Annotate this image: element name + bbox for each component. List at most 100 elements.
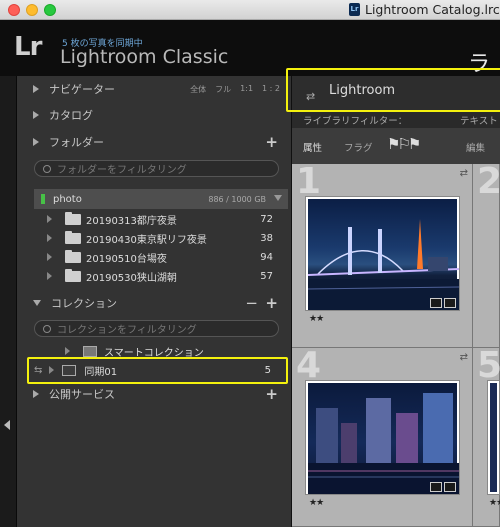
publish-services-header[interactable]: 公開サービス + [17, 381, 292, 407]
folder-icon [65, 249, 81, 263]
catalog-document-icon: Lr [349, 3, 360, 16]
photo-thumbnail[interactable] [305, 196, 460, 311]
photo-thumbnail[interactable] [487, 380, 500, 495]
library-filter-bar: ライブラリフィルター： テキスト [292, 110, 500, 128]
photo-image [307, 199, 460, 310]
thumbnail-edit-icon [430, 482, 442, 492]
close-window-button[interactable] [8, 4, 20, 16]
folder-row[interactable]: 20190313都庁夜景 72 [47, 210, 279, 228]
volume-size: 886 / 1000 GB [208, 194, 266, 204]
add-collection-icon[interactable]: + [265, 294, 278, 312]
folder-name: 20190313都庁夜景 [86, 215, 177, 227]
flag-filter-icons[interactable]: ⚑⚐⚑ [387, 135, 421, 153]
catalog-header[interactable]: カタログ [17, 102, 292, 128]
remove-collection-icon[interactable]: − [245, 294, 258, 312]
volume-status-icon [41, 194, 45, 204]
disclosure-icon[interactable] [47, 215, 52, 223]
rainbow-bridge-photo [307, 219, 460, 310]
folder-row[interactable]: 20190530狭山湖朝 57 [47, 267, 279, 285]
app-name: Lightroom Classic [60, 46, 229, 68]
zoom-1-1[interactable]: 1:1 [240, 84, 253, 95]
collection-filter-placeholder: コレクションをフィルタリング [57, 325, 197, 336]
expand-icon [33, 111, 39, 119]
window-title: Lightroom Catalog.lrcat [365, 2, 500, 17]
search-icon [43, 324, 51, 333]
folder-count: 57 [260, 270, 273, 282]
highlight-collection-title [286, 68, 500, 112]
grid-cell[interactable]: 2 [473, 161, 500, 348]
photo-thumbnail[interactable] [305, 380, 460, 495]
sync-badge-icon: ⇄ [459, 168, 468, 179]
thumbnail-crop-icon [444, 482, 456, 492]
minimize-window-button[interactable] [26, 4, 38, 16]
collection-set-icon [83, 345, 97, 357]
collections-label: コレクション [51, 297, 117, 310]
star-rating[interactable]: ★★ [489, 498, 500, 508]
grid-cell[interactable]: 4 ⇄ ★★ [292, 345, 473, 527]
grid-cell[interactable]: 1 ⇄ ★★ [292, 161, 473, 348]
night-skyline-photo [308, 393, 459, 494]
navigator-zoom-options: 全体 フル 1:1 1 : 2 [190, 84, 280, 95]
collapse-left-icon[interactable] [4, 420, 10, 430]
folder-row[interactable]: 20190510台場夜 94 [47, 248, 279, 266]
thumbnail-crop-icon [444, 298, 456, 308]
folder-filter-placeholder: フォルダーをフィルタリング [57, 165, 187, 176]
collection-filter-input[interactable]: コレクションをフィルタリング [34, 320, 279, 337]
search-icon [43, 164, 51, 173]
thumbnail-edit-icon [430, 298, 442, 308]
navigator-header[interactable]: ナビゲーター 全体 フル 1:1 1 : 2 [17, 76, 292, 102]
cell-index: 2 [477, 161, 500, 202]
filter-text-tab[interactable]: テキスト [460, 113, 498, 127]
navigator-label: ナビゲーター [49, 83, 115, 96]
grid-cell[interactable]: 5 ★★ [473, 345, 500, 527]
folder-count: 94 [260, 251, 273, 263]
photo-image [490, 383, 497, 492]
folder-count: 72 [260, 213, 273, 225]
disclosure-icon[interactable] [47, 272, 52, 280]
edit-label: 編集 [466, 143, 486, 154]
disclosure-icon[interactable] [47, 234, 52, 242]
folders-label: フォルダー [49, 136, 104, 149]
chevron-down-icon[interactable] [274, 195, 282, 201]
folder-name: 20190530狭山湖朝 [86, 272, 177, 284]
volume-row[interactable]: photo 886 / 1000 GB [34, 189, 288, 209]
zoom-1-2[interactable]: 1 : 2 [262, 84, 280, 95]
highlight-synced-collection [27, 357, 288, 384]
window-titlebar: Lr Lightroom Catalog.lrcat [0, 0, 500, 20]
sync-badge-icon: ⇄ [459, 352, 468, 363]
volume-name: photo [53, 193, 82, 205]
thumbnail-grid[interactable]: 1 ⇄ ★★ 2 4 ⇄ ★★ 5 ★ [292, 161, 500, 527]
collapse-icon [33, 300, 41, 306]
expand-icon [33, 390, 39, 398]
expand-icon [33, 138, 39, 146]
collections-header[interactable]: コレクション − + [17, 290, 292, 316]
lightroom-logo: Lr [14, 32, 42, 62]
add-publish-service-icon[interactable]: + [265, 385, 278, 403]
star-rating[interactable]: ★★ [309, 314, 324, 324]
folder-icon [65, 230, 81, 244]
expand-icon [33, 85, 39, 93]
zoom-window-button[interactable] [44, 4, 56, 16]
folders-header[interactable]: フォルダー + [17, 129, 292, 155]
library-filter-label: ライブラリフィルター： [303, 116, 408, 127]
left-panel-collapse-strip[interactable] [0, 76, 17, 527]
photo-image [308, 383, 459, 494]
flag-label: フラグ [344, 143, 373, 154]
folder-row[interactable]: 20190430東京駅リフ夜景 38 [47, 229, 279, 247]
add-folder-icon[interactable]: + [265, 133, 278, 151]
disclosure-icon[interactable] [47, 253, 52, 261]
star-rating[interactable]: ★★ [309, 498, 324, 508]
zoom-fill[interactable]: フル [215, 84, 231, 95]
disclosure-icon[interactable] [65, 347, 70, 355]
folder-name: 20190430東京駅リフ夜景 [86, 234, 207, 246]
catalog-label: カタログ [49, 109, 93, 122]
folder-filter-input[interactable]: フォルダーをフィルタリング [34, 160, 279, 177]
zoom-fit[interactable]: 全体 [190, 84, 206, 95]
attribute-tab[interactable]: 属性 [303, 140, 322, 154]
folder-count: 38 [260, 232, 273, 244]
folder-name: 20190510台場夜 [86, 253, 167, 265]
publish-services-label: 公開サービス [49, 388, 115, 401]
attribute-filter-bar: 属性 フラグ ⚑⚐⚑ 編集 [292, 128, 500, 164]
folder-icon [65, 268, 81, 282]
folder-icon [65, 211, 81, 225]
